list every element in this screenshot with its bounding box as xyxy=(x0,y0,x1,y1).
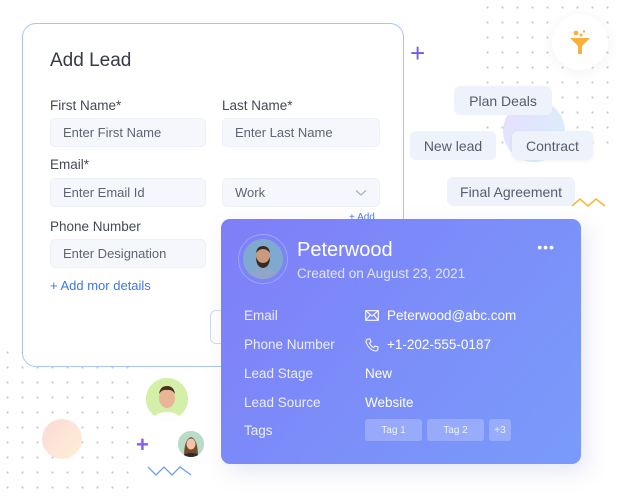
plus-icon: + xyxy=(136,432,149,457)
last-name-input[interactable]: Enter Last Name xyxy=(222,118,380,147)
lead-stage-label: Lead Stage xyxy=(244,366,314,381)
lead-email[interactable]: Peterwood@abc.com xyxy=(387,308,516,323)
email-type-value: Work xyxy=(235,185,266,200)
first-name-input[interactable]: Enter First Name xyxy=(50,118,206,147)
email-input[interactable]: Enter Email Id xyxy=(50,178,206,207)
mail-icon xyxy=(365,310,379,321)
phone-icon xyxy=(365,338,379,352)
add-more-details-link[interactable]: + Add mor details xyxy=(50,278,151,293)
tag-chip[interactable]: Tag 1 xyxy=(365,419,422,441)
plus-icon: + xyxy=(410,38,426,68)
phone-label: Phone Number xyxy=(50,219,141,234)
last-name-placeholder: Enter Last Name xyxy=(235,125,333,140)
person-avatar xyxy=(146,378,188,420)
lead-source-label: Lead Source xyxy=(244,395,321,410)
first-name-placeholder: Enter First Name xyxy=(63,125,162,140)
more-tags-chip[interactable]: +3 xyxy=(489,419,511,441)
chip-new-lead[interactable]: New lead xyxy=(410,131,496,160)
chip-contract[interactable]: Contract xyxy=(512,131,593,160)
funnel-icon xyxy=(570,30,590,54)
lead-detail-card: Peterwood Created on August 23, 2021 •••… xyxy=(221,219,581,464)
phone-row-label: Phone Number xyxy=(244,337,335,352)
chip-final-agreement[interactable]: Final Agreement xyxy=(447,177,575,206)
tags-label: Tags xyxy=(244,423,273,438)
email-type-select[interactable]: Work xyxy=(222,178,380,207)
first-name-label: First Name* xyxy=(50,98,122,113)
email-row-value: Peterwood@abc.com xyxy=(365,308,516,323)
tag-chip[interactable]: Tag 2 xyxy=(427,419,484,441)
more-options-button[interactable]: ••• xyxy=(537,239,555,255)
email-row-label: Email xyxy=(244,308,278,323)
lead-name: Peterwood xyxy=(297,239,393,261)
email-label: Email* xyxy=(50,157,90,172)
phone-row-value: +1-202-555-0187 xyxy=(365,337,491,352)
last-name-label: Last Name* xyxy=(222,98,293,113)
chevron-down-icon xyxy=(355,190,367,196)
gradient-blob-decoration xyxy=(42,419,82,459)
funnel-badge xyxy=(552,14,608,70)
person-avatar xyxy=(178,431,204,457)
lead-stage-value: New xyxy=(365,366,393,381)
phone-placeholder: Enter Designation xyxy=(63,246,167,261)
squiggle-decoration xyxy=(571,198,606,207)
avatar-image xyxy=(243,239,283,279)
lead-source-value: Website xyxy=(365,395,414,410)
email-placeholder: Enter Email Id xyxy=(63,185,145,200)
lead-created-date: Created on August 23, 2021 xyxy=(297,266,466,281)
chip-plan-deals[interactable]: Plan Deals xyxy=(454,86,552,115)
phone-input[interactable]: Enter Designation xyxy=(50,239,206,268)
form-title: Add Lead xyxy=(50,50,132,71)
squiggle-decoration xyxy=(147,466,192,476)
lead-phone[interactable]: +1-202-555-0187 xyxy=(387,337,491,352)
lead-avatar xyxy=(238,234,288,284)
